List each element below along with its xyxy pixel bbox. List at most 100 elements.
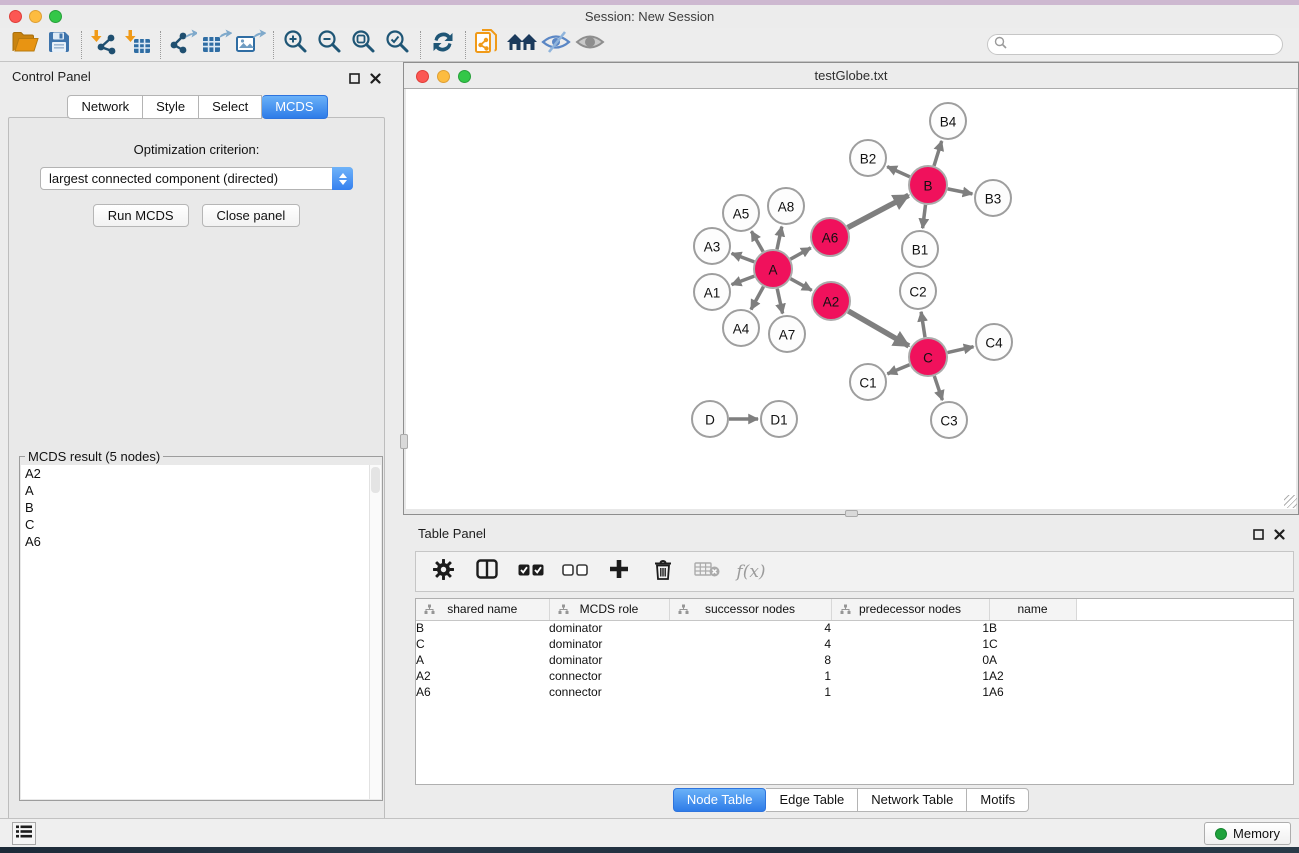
- zoom-selected-button[interactable]: [381, 30, 415, 60]
- export-image-button[interactable]: [234, 30, 268, 60]
- graph-node-B4[interactable]: B4: [930, 103, 966, 139]
- table-cell[interactable]: C: [989, 636, 1076, 652]
- select-all-button[interactable]: [516, 557, 546, 587]
- zoom-fit-button[interactable]: [347, 30, 381, 60]
- graph-node-A7[interactable]: A7: [769, 316, 805, 352]
- table-settings-button[interactable]: [428, 557, 458, 587]
- table-cell[interactable]: connector: [549, 668, 669, 684]
- delete-table-button[interactable]: [692, 557, 722, 587]
- export-table-button[interactable]: [200, 30, 234, 60]
- save-session-button[interactable]: [42, 30, 76, 60]
- zoom-out-button[interactable]: [313, 30, 347, 60]
- mcds-result-item[interactable]: C: [21, 516, 381, 533]
- table-cell[interactable]: A6: [416, 684, 549, 700]
- splitter-handle-vertical[interactable]: [400, 434, 408, 449]
- mcds-result-item[interactable]: B: [21, 499, 381, 516]
- table-cell[interactable]: 0: [831, 652, 989, 668]
- graph-node-A1[interactable]: A1: [694, 274, 730, 310]
- column-header-successor-nodes[interactable]: successor nodes: [669, 599, 831, 620]
- column-header-predecessor-nodes[interactable]: predecessor nodes: [831, 599, 989, 620]
- graph-edge-A-A8[interactable]: [777, 227, 782, 250]
- table-row[interactable]: Bdominator41B: [416, 620, 1293, 636]
- graph-node-C1[interactable]: C1: [850, 364, 886, 400]
- table-cell[interactable]: 1: [831, 684, 989, 700]
- function-builder-button[interactable]: f(x): [736, 557, 766, 587]
- result-scrollbar[interactable]: [369, 465, 381, 799]
- table-cell[interactable]: dominator: [549, 620, 669, 636]
- graph-node-A2[interactable]: A2: [812, 282, 850, 320]
- table-cell[interactable]: A2: [416, 668, 549, 684]
- graph-node-D[interactable]: D: [692, 401, 728, 437]
- graph-edge-C-C2[interactable]: [921, 312, 925, 337]
- table-cell[interactable]: 1: [831, 636, 989, 652]
- zoom-in-button[interactable]: [279, 30, 313, 60]
- tab-node-table[interactable]: Node Table: [673, 788, 767, 812]
- graph-node-C2[interactable]: C2: [900, 273, 936, 309]
- tab-select[interactable]: Select: [199, 95, 262, 119]
- graph-node-B2[interactable]: B2: [850, 140, 886, 176]
- show-details-button[interactable]: [573, 30, 607, 60]
- tab-mcds[interactable]: MCDS: [262, 95, 327, 119]
- tab-network[interactable]: Network: [67, 95, 143, 119]
- graph-edge-A-A2[interactable]: [791, 279, 812, 291]
- table-cell[interactable]: dominator: [549, 636, 669, 652]
- table-cell[interactable]: 4: [669, 620, 831, 636]
- graph-edge-A-A7[interactable]: [777, 289, 782, 314]
- graph-edge-A-A5[interactable]: [751, 231, 763, 251]
- graph-node-A8[interactable]: A8: [768, 188, 804, 224]
- graph-node-B3[interactable]: B3: [975, 180, 1011, 216]
- graph-node-A[interactable]: A: [754, 250, 792, 288]
- graph-edge-A-A4[interactable]: [751, 287, 764, 310]
- table-cell[interactable]: B: [989, 620, 1076, 636]
- delete-column-button[interactable]: [648, 557, 678, 587]
- panel-menu-button[interactable]: [12, 822, 36, 845]
- table-cell[interactable]: B: [416, 620, 549, 636]
- column-header-shared-name[interactable]: shared name: [416, 599, 549, 620]
- graph-node-B[interactable]: B: [909, 166, 947, 204]
- table-cell[interactable]: dominator: [549, 652, 669, 668]
- hide-details-button[interactable]: [539, 30, 573, 60]
- mcds-result-item[interactable]: A2: [21, 465, 381, 482]
- table-row[interactable]: A2connector11A2: [416, 668, 1293, 684]
- window-resize-grip[interactable]: [1284, 495, 1297, 508]
- graph-edge-B-B3[interactable]: [948, 189, 973, 194]
- apply-layout-button[interactable]: [426, 30, 460, 60]
- mcds-result-item[interactable]: A: [21, 482, 381, 499]
- import-network-button[interactable]: [87, 30, 121, 60]
- import-table-button[interactable]: [121, 30, 155, 60]
- table-cell[interactable]: A6: [989, 684, 1076, 700]
- close-panel-icon[interactable]: [370, 71, 381, 89]
- run-mcds-button[interactable]: Run MCDS: [93, 204, 189, 227]
- create-column-button[interactable]: [604, 557, 634, 587]
- tab-style[interactable]: Style: [143, 95, 199, 119]
- graph-node-C3[interactable]: C3: [931, 402, 967, 438]
- graph-node-C[interactable]: C: [909, 338, 947, 376]
- table-row[interactable]: Adominator80A: [416, 652, 1293, 668]
- graph-edge-C-C1[interactable]: [887, 365, 909, 374]
- mcds-result-item[interactable]: A6: [21, 533, 381, 550]
- deselect-all-button[interactable]: [560, 557, 590, 587]
- close-panel-icon[interactable]: [1274, 527, 1285, 545]
- graph-node-A5[interactable]: A5: [723, 195, 759, 231]
- graph-node-C4[interactable]: C4: [976, 324, 1012, 360]
- first-neighbors-button[interactable]: [505, 30, 539, 60]
- float-panel-icon[interactable]: [349, 71, 360, 89]
- tab-network-table[interactable]: Network Table: [858, 788, 967, 812]
- memory-button[interactable]: Memory: [1204, 822, 1291, 845]
- splitter-handle-horizontal[interactable]: [845, 510, 858, 517]
- table-cell[interactable]: 1: [669, 668, 831, 684]
- graph-edge-A-A3[interactable]: [732, 253, 755, 262]
- graph-edge-B-B1[interactable]: [923, 205, 926, 228]
- graph-edge-A6-B[interactable]: [848, 195, 909, 227]
- graph-node-A6[interactable]: A6: [811, 218, 849, 256]
- network-canvas[interactable]: B4B2BB3A5A8A6B1A3AC2A1A2A4A7C4CC1C3DD1: [406, 89, 1296, 509]
- graph-edge-B-B4[interactable]: [934, 141, 942, 166]
- graph-node-B1[interactable]: B1: [902, 231, 938, 267]
- column-header-name[interactable]: name: [989, 599, 1076, 620]
- column-header-mcds-role[interactable]: MCDS role: [549, 599, 669, 620]
- graph-node-A3[interactable]: A3: [694, 228, 730, 264]
- tab-edge-table[interactable]: Edge Table: [766, 788, 858, 812]
- export-network-button[interactable]: [166, 30, 200, 60]
- table-cell[interactable]: 1: [831, 620, 989, 636]
- table-cell[interactable]: 8: [669, 652, 831, 668]
